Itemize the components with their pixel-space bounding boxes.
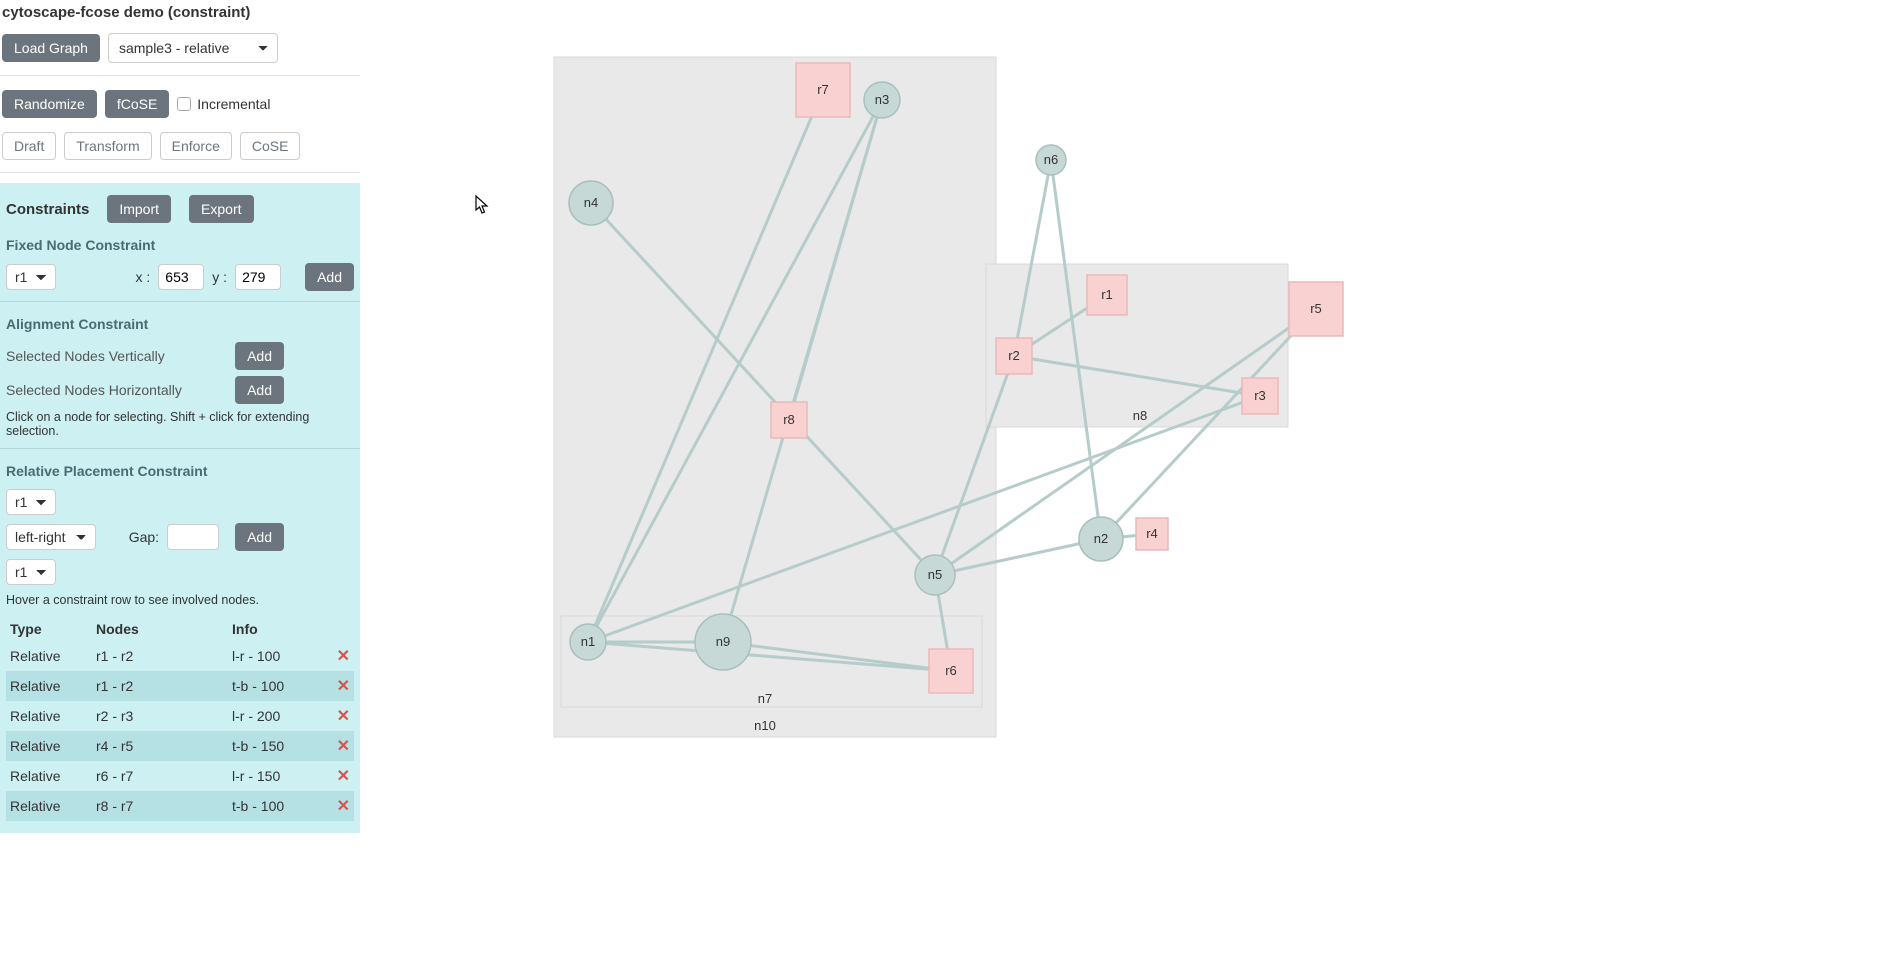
randomize-button[interactable]: Randomize (2, 90, 97, 118)
table-row[interactable]: Relativer1 - r2l-r - 100✕ (6, 641, 354, 671)
x-label: x : (136, 269, 151, 285)
incremental-label: Incremental (197, 96, 270, 112)
load-graph-button[interactable]: Load Graph (2, 34, 100, 62)
node-label: n9 (716, 634, 730, 649)
gap-label: Gap: (129, 529, 159, 545)
node-label: r2 (1008, 348, 1020, 363)
relative-direction-select[interactable]: left-right (6, 524, 96, 550)
node-label: n1 (581, 634, 595, 649)
delete-icon[interactable]: ✕ (330, 701, 354, 731)
import-button[interactable]: Import (107, 195, 171, 223)
compound-label: n8 (1133, 408, 1147, 423)
align-vertical-add-button[interactable]: Add (235, 342, 284, 370)
delete-icon[interactable]: ✕ (330, 761, 354, 791)
col-nodes: Nodes (92, 617, 228, 641)
delete-icon[interactable]: ✕ (330, 641, 354, 671)
relative-add-button[interactable]: Add (235, 523, 284, 551)
col-info: Info (228, 617, 330, 641)
align-horizontal-add-button[interactable]: Add (235, 376, 284, 404)
constraints-heading: Constraints (6, 201, 89, 218)
x-input[interactable] (158, 264, 204, 290)
relative-node2-select[interactable]: r1 (6, 559, 56, 585)
align-vertical-label: Selected Nodes Vertically (6, 348, 165, 364)
node-label: n2 (1094, 531, 1108, 546)
fixed-add-button[interactable]: Add (305, 263, 354, 291)
table-row[interactable]: Relativer8 - r7t-b - 100✕ (6, 791, 354, 821)
node-label: n6 (1044, 152, 1058, 167)
fixed-node-select[interactable]: r1 (6, 264, 56, 290)
page-title: cytoscape-fcose demo (constraint) (0, 0, 360, 29)
col-type: Type (6, 617, 92, 641)
node-label: n5 (928, 567, 942, 582)
compound-label: n10 (754, 718, 776, 733)
y-input[interactable] (235, 264, 281, 290)
compound-label: n7 (758, 691, 772, 706)
draft-button[interactable]: Draft (2, 132, 56, 160)
node-label: r8 (783, 412, 795, 427)
enforce-button[interactable]: Enforce (160, 132, 232, 160)
incremental-checkbox[interactable] (177, 97, 191, 111)
table-row[interactable]: Relativer6 - r7l-r - 150✕ (6, 761, 354, 791)
delete-icon[interactable]: ✕ (330, 731, 354, 761)
relative-node1-select[interactable]: r1 (6, 489, 56, 515)
relative-heading: Relative Placement Constraint (6, 463, 354, 479)
alignment-hint: Click on a node for selecting. Shift + c… (6, 410, 354, 438)
node-label: r1 (1101, 287, 1113, 302)
fcose-button[interactable]: fCoSE (105, 90, 169, 118)
node-label: r6 (945, 663, 957, 678)
export-button[interactable]: Export (189, 195, 253, 223)
fixed-constraint-heading: Fixed Node Constraint (6, 237, 354, 253)
sample-select[interactable]: sample3 - relative (108, 33, 278, 63)
node-label: r5 (1310, 301, 1322, 316)
table-row[interactable]: Relativer4 - r5t-b - 150✕ (6, 731, 354, 761)
cose-button[interactable]: CoSE (240, 132, 301, 160)
transform-button[interactable]: Transform (64, 132, 151, 160)
graph-canvas[interactable]: n3 n6 n4 n5 n2 n1 n9 r7 r1 r5 r2 r3 r8 r4 r6 n10 n8 n7 (360, 0, 1525, 784)
table-row[interactable]: Relativer2 - r3l-r - 200✕ (6, 701, 354, 731)
table-row[interactable]: Relativer1 - r2t-b - 100✕ (6, 671, 354, 701)
alignment-heading: Alignment Constraint (6, 316, 354, 332)
node-label: r3 (1254, 388, 1266, 403)
delete-icon[interactable]: ✕ (330, 791, 354, 821)
align-horizontal-label: Selected Nodes Horizontally (6, 382, 182, 398)
node-label: r7 (817, 82, 829, 97)
relative-hint: Hover a constraint row to see involved n… (6, 593, 354, 607)
gap-input[interactable] (167, 524, 219, 550)
node-label: n3 (875, 92, 889, 107)
node-label: r4 (1146, 526, 1158, 541)
y-label: y : (212, 269, 227, 285)
delete-icon[interactable]: ✕ (330, 671, 354, 701)
constraints-table: Type Nodes Info Relativer1 - r2l-r - 100… (6, 617, 354, 821)
node-label: n4 (584, 195, 598, 210)
